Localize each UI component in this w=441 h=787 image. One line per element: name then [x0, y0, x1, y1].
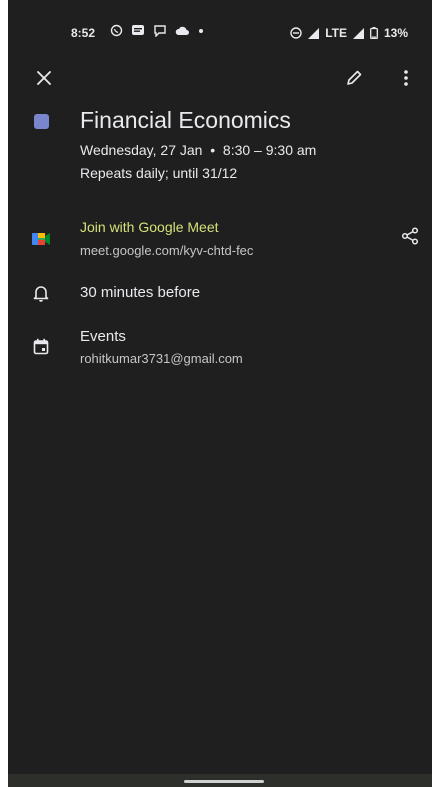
event-color-swatch — [34, 114, 49, 129]
share-meet-button[interactable] — [394, 220, 426, 252]
reminder-text: 30 minutes before — [80, 284, 201, 301]
whatsapp-icon — [110, 24, 123, 37]
join-meet-link[interactable]: Join with Google Meet — [80, 219, 219, 235]
share-icon — [401, 227, 419, 245]
signal-icon — [352, 27, 364, 39]
more-vert-icon — [403, 69, 409, 87]
meet-url: meet.google.com/kyv-chtd-fec — [80, 243, 254, 258]
dnd-icon — [290, 27, 302, 39]
bell-icon — [30, 282, 52, 304]
event-time-range: 8:30 – 9:30 am — [222, 142, 317, 158]
close-button[interactable] — [28, 62, 60, 94]
close-icon — [37, 71, 51, 85]
home-gesture-handle[interactable] — [184, 780, 264, 783]
separator-dot: • — [206, 142, 223, 158]
google-meet-icon — [30, 228, 52, 250]
signal-icon — [308, 27, 320, 39]
status-time: 8:52 — [71, 26, 96, 40]
status-bar: 8:52 LTE 13% — [8, 0, 432, 66]
system-status: LTE 13% — [290, 26, 408, 40]
calendar-icon — [30, 335, 52, 357]
event-repeat: Repeats daily; until 31/12 — [80, 165, 238, 181]
dot-icon — [198, 28, 204, 34]
battery-level: 13% — [383, 26, 408, 40]
cloud-icon — [175, 25, 190, 36]
calendar-name: Events — [80, 328, 126, 345]
chat-icon — [153, 24, 167, 37]
network-type: LTE — [325, 26, 347, 40]
notification-icons — [110, 24, 204, 37]
calendar-account: rohitkumar3731@gmail.com — [80, 351, 243, 366]
more-options-button[interactable] — [390, 62, 422, 94]
event-title: Financial Economics — [80, 107, 291, 133]
phone-screen: 8:52 LTE 13% Financial Economics Wednesd… — [8, 0, 432, 787]
event-datetime: Wednesday, 27 Jan • 8:30 – 9:30 am — [80, 142, 316, 158]
edit-button[interactable] — [338, 62, 370, 94]
pencil-icon — [345, 69, 363, 87]
navigation-bar — [8, 774, 432, 787]
battery-icon — [370, 27, 378, 39]
message-icon — [131, 24, 145, 37]
event-date: Wednesday, 27 Jan — [80, 142, 203, 158]
